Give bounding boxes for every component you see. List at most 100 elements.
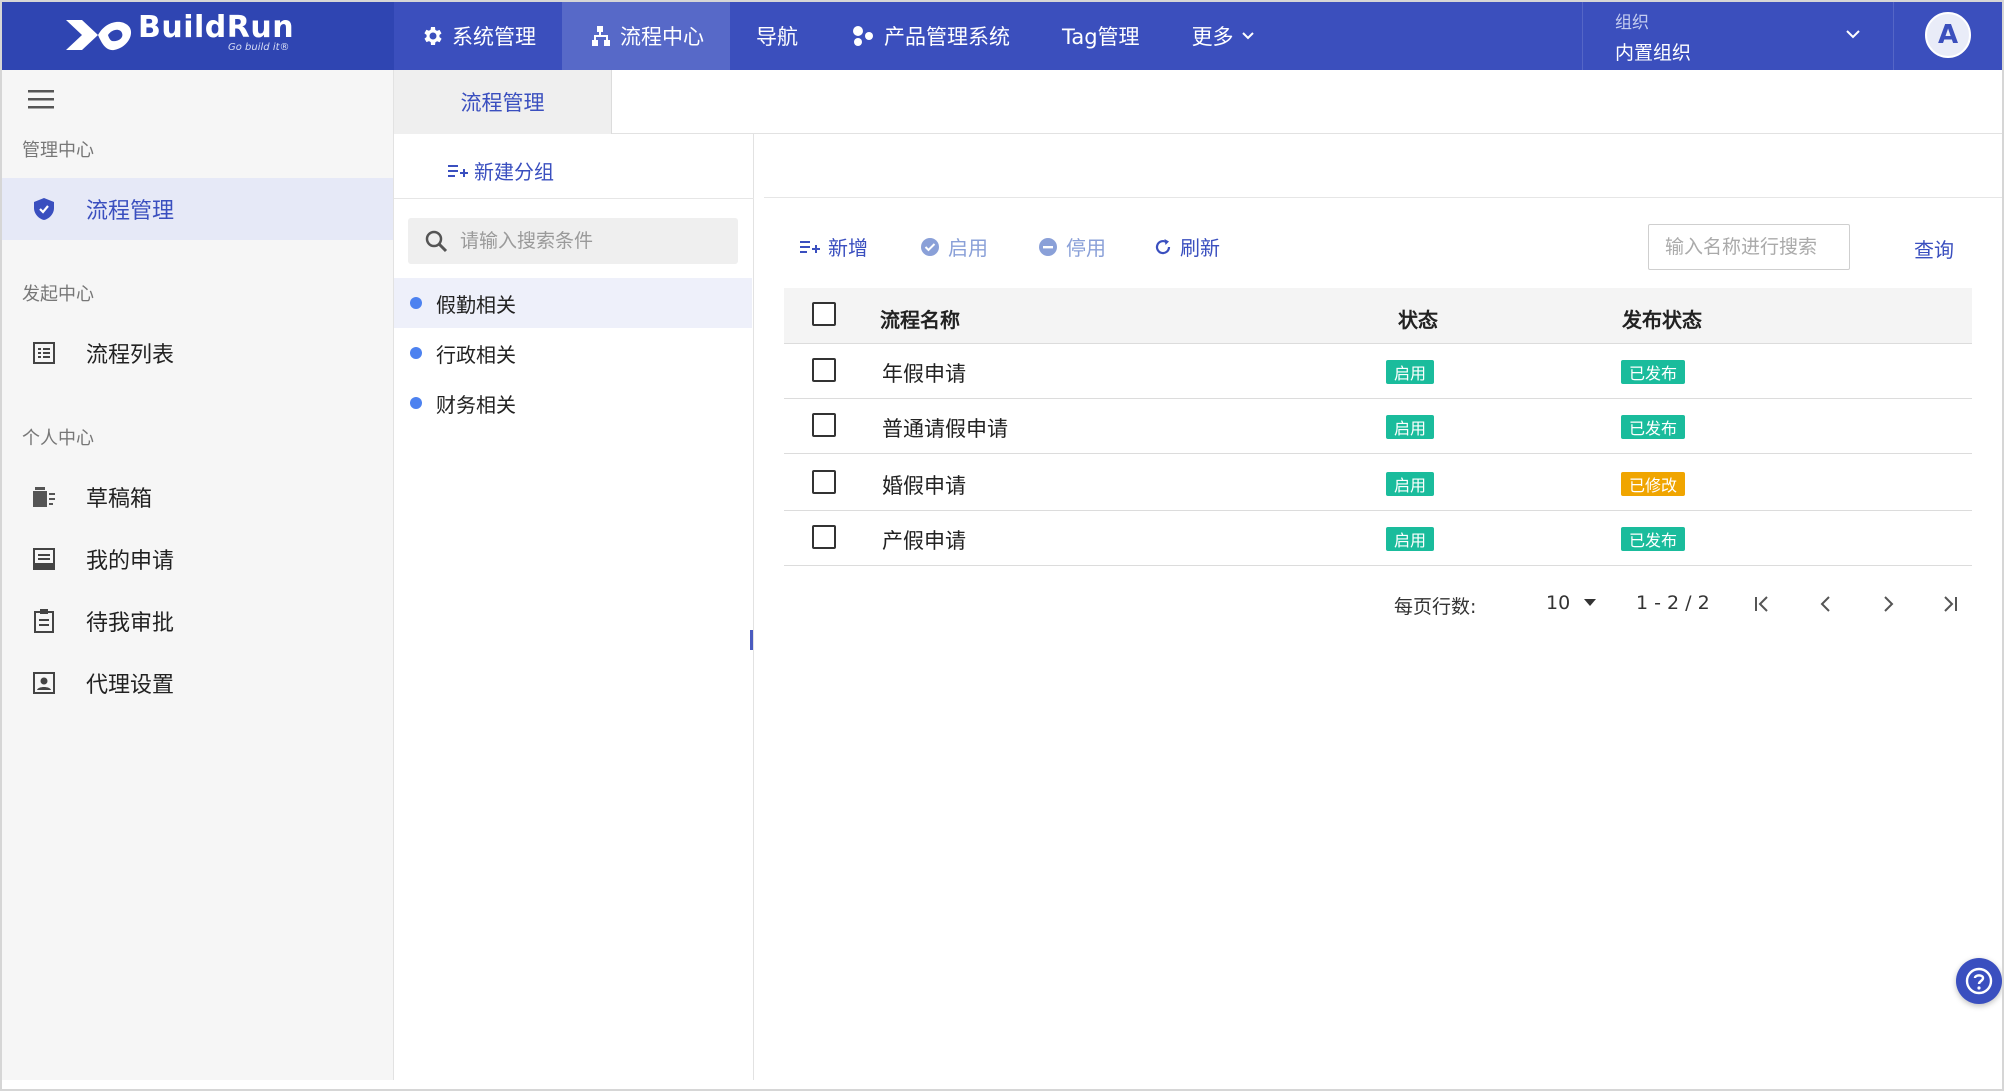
refresh-label: 刷新 — [1180, 236, 1220, 260]
sidebar-item-proxy-settings[interactable]: 代理设置 — [2, 652, 393, 714]
brand-logo[interactable]: BuildRun Go build it® — [2, 2, 394, 70]
table-row[interactable]: 年假申请 启用 已发布 — [784, 344, 1972, 399]
group-item-administration[interactable]: 行政相关 — [394, 328, 752, 378]
add-button[interactable]: 新增 — [800, 232, 868, 261]
status-badge: 启用 — [1386, 360, 1435, 384]
check-circle-icon — [921, 237, 939, 256]
sidebar-item-label: 我的申请 — [86, 549, 175, 574]
inbox-icon — [28, 543, 60, 575]
sidebar-item-label: 待我审批 — [86, 611, 175, 636]
disable-label: 停用 — [1066, 236, 1106, 260]
status-badge: 启用 — [1386, 472, 1435, 496]
select-all-checkbox[interactable] — [812, 302, 836, 326]
group-search[interactable] — [408, 218, 738, 264]
rows-per-page-label: 每页行数: — [1394, 596, 1477, 618]
page-size-value: 10 — [1546, 592, 1571, 614]
sitemap-icon — [592, 26, 610, 46]
avatar[interactable]: A — [1925, 12, 1971, 58]
first-page-icon[interactable] — [1752, 594, 1772, 614]
sidebar-item-my-applications[interactable]: 我的申请 — [2, 528, 393, 590]
nav-label: 导航 — [756, 25, 798, 49]
menu-icon[interactable] — [28, 88, 54, 110]
previous-page-icon[interactable] — [1816, 594, 1836, 614]
brand-tagline: Go build it® — [228, 42, 290, 53]
next-page-icon[interactable] — [1878, 594, 1898, 614]
status-badge: 启用 — [1386, 415, 1435, 439]
nav-item-tag-management[interactable]: Tag管理 — [1036, 2, 1166, 70]
tab-process-management[interactable]: 流程管理 — [394, 70, 612, 134]
group-dot — [410, 397, 422, 409]
cubes-icon — [853, 26, 873, 46]
chevron-down-icon — [1846, 30, 1860, 39]
refresh-button[interactable]: 刷新 — [1154, 232, 1220, 261]
chevron-down-icon — [1241, 32, 1254, 40]
new-group-button[interactable]: 新建分组 — [448, 156, 554, 185]
row-checkbox[interactable] — [812, 358, 836, 382]
nav-item-more[interactable]: 更多 — [1166, 2, 1282, 70]
sidebar-item-pending-approval[interactable]: 待我审批 — [2, 590, 393, 652]
table-row[interactable]: 婚假申请 启用 已修改 — [784, 454, 1972, 511]
group-item-finance[interactable]: 财务相关 — [394, 378, 752, 428]
publish-status-badge: 已修改 — [1621, 472, 1686, 496]
search-icon — [425, 230, 448, 253]
sidebar-item-label: 流程管理 — [86, 199, 175, 224]
nav-label: 流程中心 — [620, 25, 704, 49]
org-selector[interactable]: 组织 内置组织 — [1582, 2, 1894, 70]
enable-button[interactable]: 启用 — [920, 232, 988, 261]
nav-item-product-management[interactable]: 产品管理系统 — [824, 2, 1036, 70]
group-search-input[interactable] — [460, 230, 710, 252]
minus-circle-icon — [1039, 237, 1057, 256]
help-button[interactable] — [1956, 958, 2002, 1004]
group-dot — [410, 297, 422, 309]
page-range: 1 - 2 / 2 — [1636, 592, 1710, 614]
table-row[interactable]: 普通请假申请 启用 已发布 — [784, 399, 1972, 454]
row-checkbox[interactable] — [812, 470, 836, 494]
sidebar-section-title: 个人中心 — [22, 428, 94, 449]
last-page-icon[interactable] — [1940, 594, 1960, 614]
refresh-icon — [1155, 238, 1171, 254]
sidebar-item-process-list[interactable]: 流程列表 — [2, 322, 393, 384]
clipboard-icon — [28, 605, 60, 637]
disable-button[interactable]: 停用 — [1038, 232, 1106, 261]
publish-status-badge: 已发布 — [1621, 527, 1686, 551]
sidebar-item-label: 草稿箱 — [86, 487, 153, 512]
process-table-panel: 新增 启用 停用 刷新 查询 流程名称 状态 发布状态 年假申请 — [754, 198, 2002, 1080]
group-label: 财务相关 — [436, 392, 516, 417]
org-label: 组织 — [1615, 13, 1649, 33]
nav-item-process-center[interactable]: 流程中心 — [562, 2, 730, 70]
contact-icon — [28, 667, 60, 699]
nav-label: 产品管理系统 — [884, 25, 1010, 49]
nav-item-system[interactable]: 系统管理 — [394, 2, 562, 70]
query-button[interactable]: 查询 — [1914, 234, 1954, 263]
column-header-name: 流程名称 — [880, 308, 960, 332]
org-value: 内置组织 — [1615, 42, 1692, 64]
gear-icon — [424, 27, 442, 45]
nav-item-navigation[interactable]: 导航 — [730, 2, 824, 70]
process-name: 年假申请 — [882, 362, 966, 386]
sidebar-section-title: 管理中心 — [22, 140, 94, 161]
panel-resize-handle[interactable] — [750, 630, 753, 650]
process-name: 产假申请 — [882, 529, 966, 553]
divider — [394, 198, 754, 199]
page-size-select[interactable]: 10 — [1546, 592, 1597, 614]
sidebar-item-process-management[interactable]: 流程管理 — [2, 178, 393, 240]
status-badge: 启用 — [1386, 527, 1435, 551]
app-window: BuildRun Go build it® 系统管理 流程中心 导航 产品管理系… — [0, 0, 2004, 1091]
column-header-status: 状态 — [1398, 308, 1438, 332]
nav-label: Tag管理 — [1062, 25, 1140, 49]
row-checkbox[interactable] — [812, 525, 836, 549]
name-search-input[interactable] — [1648, 224, 1850, 270]
group-label: 行政相关 — [436, 342, 516, 367]
group-panel: 新建分组 假勤相关 行政相关 财务相关 — [394, 134, 754, 1080]
publish-status-badge: 已发布 — [1621, 360, 1686, 384]
group-label: 假勤相关 — [436, 292, 516, 317]
enable-label: 启用 — [948, 236, 988, 260]
sidebar-item-drafts[interactable]: 草稿箱 — [2, 466, 393, 528]
row-checkbox[interactable] — [812, 413, 836, 437]
process-name: 普通请假申请 — [882, 417, 1008, 441]
table-row[interactable]: 产假申请 启用 已发布 — [784, 511, 1972, 566]
process-name: 婚假申请 — [882, 474, 966, 498]
nav-label: 系统管理 — [452, 25, 536, 49]
group-item-attendance[interactable]: 假勤相关 — [394, 278, 752, 328]
buildrun-logo-icon — [66, 20, 132, 51]
